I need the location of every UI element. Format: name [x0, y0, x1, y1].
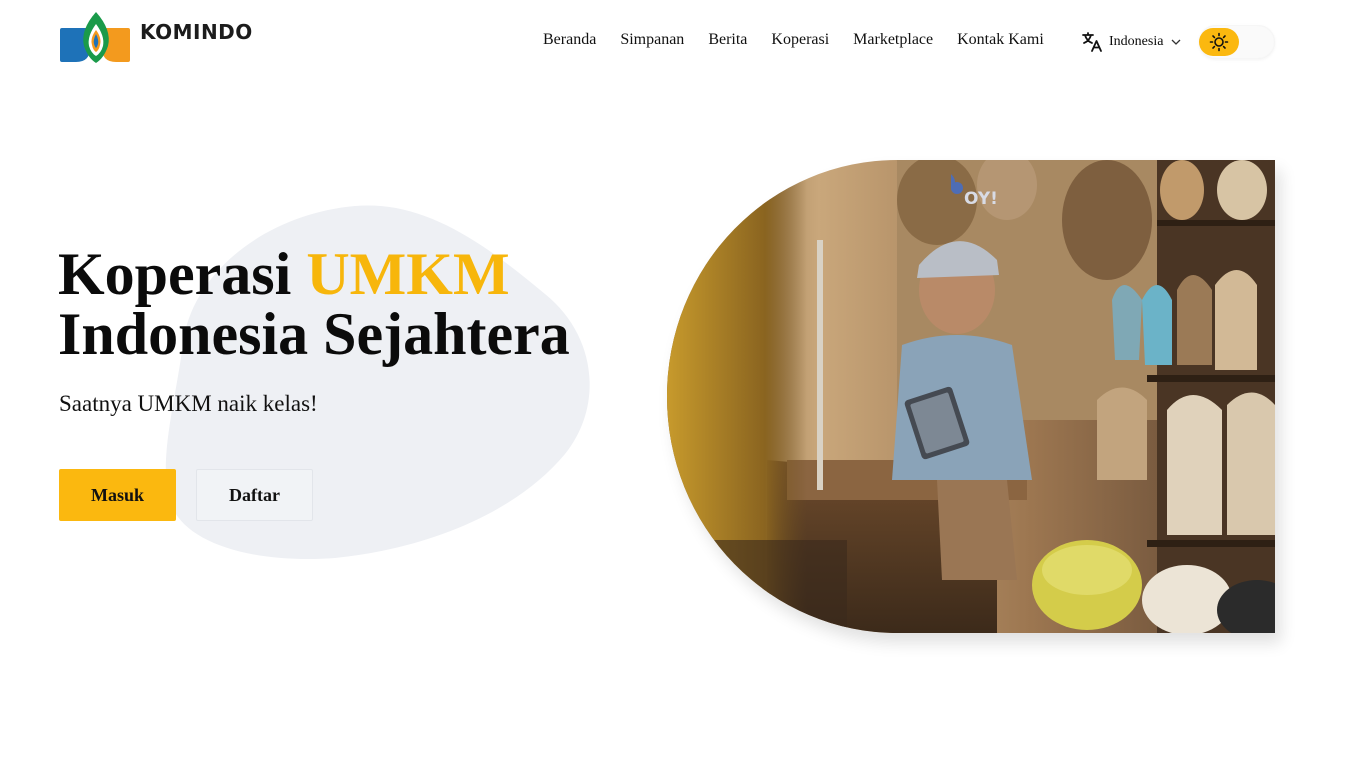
nav-item-kontak-kami[interactable]: Kontak Kami — [957, 31, 1044, 49]
nav-item-berita[interactable]: Berita — [708, 31, 747, 49]
brand-logo[interactable]: KOMINDO — [60, 10, 253, 64]
translate-icon — [1082, 32, 1102, 52]
nav-item-marketplace[interactable]: Marketplace — [853, 31, 933, 49]
language-selected: Indonesia — [1109, 34, 1164, 49]
chevron-down-icon — [1171, 39, 1181, 45]
hero-title: Koperasi UMKM Indonesia Sejahtera — [58, 244, 570, 364]
register-button[interactable]: Daftar — [196, 469, 313, 521]
login-button[interactable]: Masuk — [59, 469, 176, 521]
hero-image: OY! — [667, 160, 1275, 633]
nav-item-koperasi[interactable]: Koperasi — [771, 31, 829, 49]
hero-title-line2: Indonesia Sejahtera — [58, 301, 570, 367]
nav-item-beranda[interactable]: Beranda — [543, 31, 596, 49]
brand-name: KOMINDO — [140, 20, 253, 44]
shop-owner-photo: OY! — [667, 160, 1275, 633]
sun-icon — [1209, 32, 1229, 52]
hero-subtitle: Saatnya UMKM naik kelas! — [59, 391, 318, 416]
komindo-logo-icon — [60, 12, 130, 63]
language-selector[interactable]: Indonesia — [1080, 30, 1182, 54]
hero-title-accent: UMKM — [306, 241, 510, 307]
main-navigation: Beranda Simpanan Berita Koperasi Marketp… — [543, 31, 1044, 49]
hero-title-part1: Koperasi — [58, 241, 292, 307]
theme-toggle[interactable] — [1199, 25, 1275, 59]
nav-item-simpanan[interactable]: Simpanan — [620, 31, 684, 49]
shop-sign-text: OY! — [964, 189, 998, 209]
theme-toggle-knob — [1199, 28, 1239, 56]
